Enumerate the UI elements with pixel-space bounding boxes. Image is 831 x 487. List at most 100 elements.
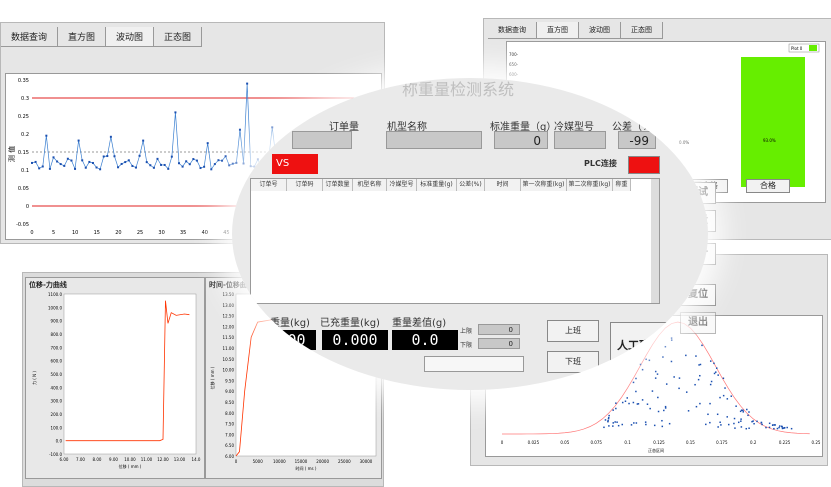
norm-point	[733, 422, 735, 425]
norm-point	[668, 422, 671, 425]
table-column-header[interactable]: 订单号	[251, 179, 287, 191]
table-column-header[interactable]: 第二次称重(kg)	[567, 179, 613, 191]
record-table[interactable]: 订单号 订单码 订单数量 机型名称 冷媒型号 标准重量(g) 公差(%) 时间 第一次称重(kg…	[250, 178, 660, 304]
hist-pass-bar	[741, 57, 805, 187]
norm-point	[779, 425, 781, 427]
norm-point	[608, 414, 610, 417]
model-name-field[interactable]	[386, 131, 482, 149]
norm-x-tick: 0.1	[624, 440, 631, 445]
set-weight-display: 0.000	[250, 330, 316, 350]
norm-point	[740, 418, 742, 420]
std-weight-field[interactable]: 0	[494, 131, 548, 149]
pass-count-button[interactable]: 合格	[746, 179, 790, 193]
norm-point	[751, 420, 753, 423]
filled-weight-label: 已充重量(kg)	[320, 318, 380, 329]
table-scrollbar[interactable]	[651, 179, 659, 303]
shift-down-button[interactable]: 下班	[547, 351, 599, 373]
norm-point	[778, 426, 780, 429]
table-column-header[interactable]: 时间	[485, 179, 521, 191]
wave-x-tick: 40	[202, 230, 208, 236]
norm-point	[665, 383, 668, 385]
wave-point	[95, 166, 98, 169]
norm-point	[608, 425, 610, 427]
weight-diff-display: 0.0	[392, 330, 458, 350]
wave-point	[195, 159, 198, 162]
wave-x-tick: 25	[137, 230, 143, 236]
df-y-tick: 1100.0	[48, 292, 62, 297]
table-column-header[interactable]: 机型名称	[353, 179, 387, 191]
tab-normal-r[interactable]: 正态图	[621, 22, 663, 39]
tab-histogram[interactable]: 直方图	[58, 27, 107, 47]
wave-point	[56, 160, 59, 163]
norm-point	[664, 407, 667, 409]
norm-point	[604, 419, 607, 421]
wave-point	[134, 166, 137, 169]
wave-x-tick: 20	[115, 230, 121, 236]
table-column-header[interactable]: 第一次称重(kg)	[521, 179, 567, 191]
norm-point	[614, 421, 616, 423]
table-column-header[interactable]: 订单码	[287, 179, 323, 191]
td-y-tick: 9.50	[225, 378, 234, 383]
wave-point	[160, 163, 163, 166]
wave-point	[34, 160, 37, 163]
tab-fluctuation[interactable]: 波动图	[106, 27, 155, 47]
norm-point	[748, 427, 750, 429]
wave-point	[113, 155, 116, 158]
df-y-tick: 200.0	[51, 412, 63, 417]
wave-y-tick: 0	[26, 204, 29, 210]
disp-force-panel: 位移-力曲线 1100.0 1000.0 900.0 800.0 700.0 600.0 5…	[25, 277, 205, 479]
wave-point	[217, 159, 220, 162]
norm-point	[649, 407, 651, 410]
norm-point	[663, 409, 665, 412]
tab-data-query-r[interactable]: 数据查询	[488, 22, 537, 39]
norm-point	[699, 402, 701, 405]
table-column-header[interactable]: 公差(%)	[457, 179, 485, 191]
tab-bar-right: 数据查询 直方图 波动图 正态图	[488, 22, 663, 39]
td-y-tick: 13.00	[223, 303, 235, 308]
norm-point	[628, 402, 630, 405]
manual-confirm-button[interactable]: 人工确认	[610, 322, 668, 370]
tab-data-query[interactable]: 数据查询	[1, 27, 59, 47]
order-no-field[interactable]	[292, 131, 352, 149]
norm-point	[698, 364, 700, 366]
tab-normal[interactable]: 正态图	[154, 27, 203, 47]
wave-y-tick: 0.05	[18, 186, 29, 192]
norm-point	[607, 416, 610, 419]
tab-histogram-r[interactable]: 直方图	[537, 22, 579, 39]
norm-point	[654, 370, 657, 373]
table-column-header[interactable]: 订单数量	[323, 179, 353, 191]
norm-point	[633, 422, 635, 424]
df-y-tick: 100.0	[51, 425, 63, 430]
refrigerant-field[interactable]	[554, 131, 606, 149]
table-column-header[interactable]: 冷媒型号	[387, 179, 417, 191]
shift-up-button[interactable]: 上班	[547, 320, 599, 342]
lower-limit-field[interactable]: 0	[478, 338, 520, 349]
norm-x-tick: 0.075	[590, 440, 602, 445]
df-x-tick: 10.00	[124, 457, 136, 462]
norm-point	[733, 417, 736, 420]
df-y-tick: 500.0	[51, 372, 63, 377]
tab-fluctuation-r[interactable]: 波动图	[579, 22, 621, 39]
wave-point	[242, 162, 245, 165]
td-y-tick: 11.00	[223, 346, 235, 351]
norm-point	[719, 421, 721, 424]
df-x-tick: 12.00	[157, 457, 169, 462]
td-y-tick: 11.50	[223, 335, 235, 340]
hist-pass-pct: 93.0%	[763, 138, 776, 143]
wave-point	[77, 139, 80, 142]
td-y-tick: 8.50	[225, 400, 234, 405]
wave-point	[221, 159, 224, 162]
upper-limit-field[interactable]: 0	[478, 324, 520, 335]
norm-point	[719, 396, 721, 399]
wave-point	[149, 164, 152, 167]
norm-point	[717, 426, 719, 428]
message-field[interactable]	[424, 356, 524, 372]
exit-button[interactable]: 退出	[680, 312, 716, 334]
table-column-header[interactable]: 标准重量(g)	[417, 179, 457, 191]
wave-x-tick: 30	[158, 230, 164, 236]
wave-point	[203, 165, 206, 168]
tolerance-field[interactable]: -99	[618, 131, 656, 149]
norm-point	[661, 419, 663, 422]
norm-x-tick: 0.25	[812, 440, 821, 445]
table-column-header[interactable]: 称重	[613, 179, 631, 191]
